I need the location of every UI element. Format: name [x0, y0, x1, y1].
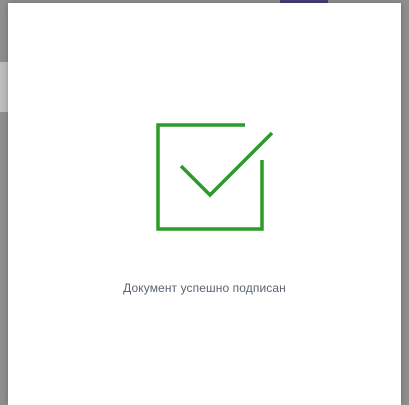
- check-square-icon: [156, 123, 273, 231]
- success-message: Документ успешно подписан: [123, 281, 286, 295]
- background-panel-edge: [0, 62, 8, 112]
- success-dialog: Документ успешно подписан: [8, 3, 401, 405]
